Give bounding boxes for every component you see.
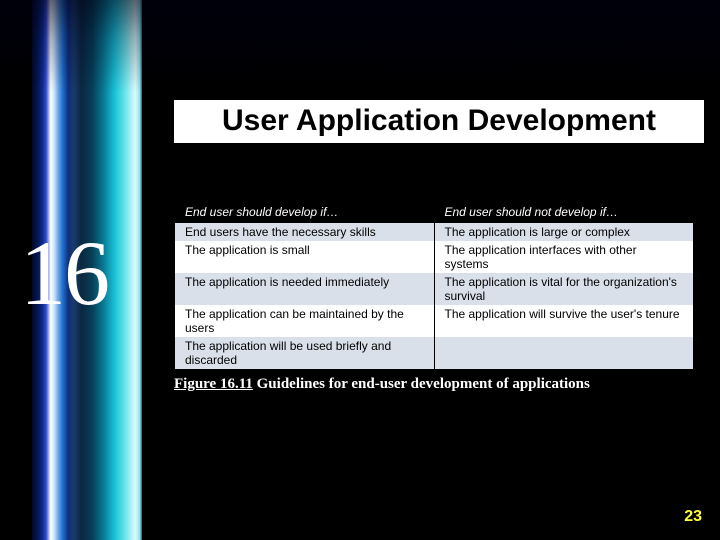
chapter-number: 16 [20, 220, 108, 326]
header-should-develop: End user should develop if… [175, 202, 435, 223]
cell-right: The application is vital for the organiz… [434, 273, 694, 305]
slide: 16 User Application Development End user… [0, 0, 720, 540]
content-area: User Application Development End user sh… [174, 100, 704, 393]
cell-left: The application will be used briefly and… [175, 337, 435, 370]
figure-caption-text: Guidelines for end-user development of a… [253, 376, 590, 392]
figure-caption: Figure 16.11 Guidelines for end-user dev… [174, 376, 704, 393]
table-row: The application will be used briefly and… [175, 337, 694, 370]
cell-left: The application is needed immediately [175, 273, 435, 305]
table-row: The application is needed immediately Th… [175, 273, 694, 305]
header-should-not-develop: End user should not develop if… [434, 202, 694, 223]
table-row: The application can be maintained by the… [175, 305, 694, 337]
table-row: End users have the necessary skills The … [175, 223, 694, 242]
table-header-row: End user should develop if… End user sho… [175, 202, 694, 223]
slide-title: User Application Development [174, 100, 704, 143]
cell-right: The application will survive the user's … [434, 305, 694, 337]
cell-right [434, 337, 694, 370]
cell-left: End users have the necessary skills [175, 223, 435, 242]
figure-reference: Figure 16.11 [174, 376, 253, 392]
guidelines-table: End user should develop if… End user sho… [174, 201, 694, 370]
cell-left: The application is small [175, 241, 435, 273]
page-number: 23 [684, 508, 702, 526]
cell-left: The application can be maintained by the… [175, 305, 435, 337]
cell-right: The application is large or complex [434, 223, 694, 242]
table-row: The application is small The application… [175, 241, 694, 273]
cell-right: The application interfaces with other sy… [434, 241, 694, 273]
